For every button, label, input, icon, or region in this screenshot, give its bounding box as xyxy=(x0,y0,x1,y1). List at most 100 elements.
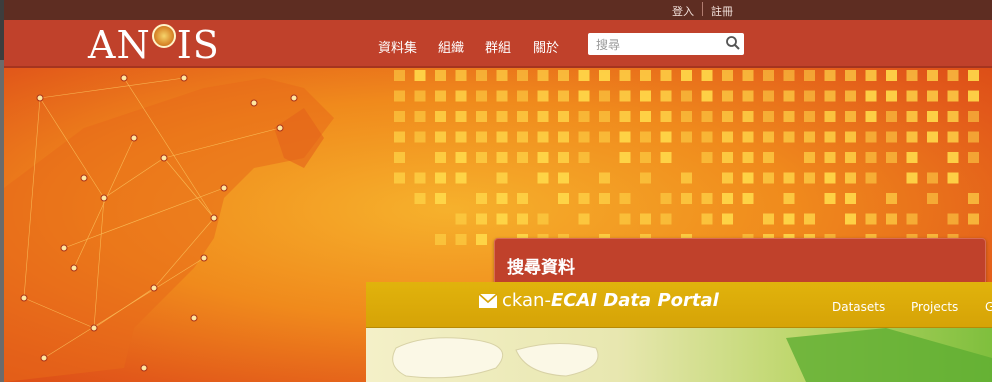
grid-square xyxy=(763,131,774,143)
search-panel-title: 搜尋資料 xyxy=(507,258,575,278)
grid-square xyxy=(927,131,938,143)
ecai-hero-banner xyxy=(366,328,992,382)
grid-square xyxy=(660,70,672,81)
grid-square xyxy=(906,90,918,102)
grid-square xyxy=(496,90,508,102)
grid-square xyxy=(496,70,508,81)
grid-square xyxy=(619,70,631,81)
grid-square xyxy=(517,152,528,163)
grid-square xyxy=(865,152,877,163)
grid-square xyxy=(804,111,815,122)
ecai-brand-name: ECAI Data Portal xyxy=(550,290,719,311)
grid-square xyxy=(927,70,938,81)
grid-square xyxy=(537,111,549,122)
grid-square xyxy=(865,131,877,143)
grid-square xyxy=(414,131,426,143)
grid-square xyxy=(414,111,426,122)
grid-square xyxy=(865,172,877,184)
grid-square xyxy=(845,152,856,163)
grid-square xyxy=(455,70,467,81)
grid-square xyxy=(968,90,979,102)
grid-square xyxy=(804,152,815,163)
grid-square xyxy=(947,70,959,81)
nav-organizations[interactable]: 組織 xyxy=(438,37,464,56)
grid-square xyxy=(845,172,856,184)
grid-square xyxy=(414,193,426,204)
grid-square xyxy=(845,131,856,143)
grid-square xyxy=(722,70,733,81)
login-link[interactable]: 登入 xyxy=(672,3,694,19)
grid-square xyxy=(455,131,467,143)
grid-square xyxy=(640,70,651,81)
grid-square xyxy=(537,152,549,163)
grid-square xyxy=(414,70,426,81)
grid-square xyxy=(619,152,631,163)
grid-square xyxy=(435,70,446,81)
nav-groups[interactable]: 群組 xyxy=(485,37,511,56)
grid-square xyxy=(722,111,733,122)
grid-square xyxy=(783,172,795,184)
search-icon[interactable] xyxy=(725,35,741,51)
grid-square xyxy=(476,234,487,245)
grid-square xyxy=(414,172,426,184)
nav-about[interactable]: 關於 xyxy=(533,37,559,56)
grid-square xyxy=(599,131,610,143)
ecai-nav-datasets[interactable]: Datasets xyxy=(832,300,885,314)
grid-square xyxy=(455,234,467,245)
grid-square xyxy=(517,70,528,81)
grid-square xyxy=(865,111,877,122)
logo-text-start: AN xyxy=(88,23,151,67)
grid-square xyxy=(886,90,897,102)
grid-square xyxy=(722,152,733,163)
grid-square xyxy=(763,213,774,225)
grid-square xyxy=(804,70,815,81)
grid-square xyxy=(619,213,631,225)
grid-square xyxy=(496,213,508,225)
grid-square xyxy=(640,111,651,122)
grid-square xyxy=(804,172,815,184)
grid-square xyxy=(968,193,979,204)
ecai-brand[interactable]: ckan-ECAI Data Portal xyxy=(478,290,719,311)
grid-square xyxy=(578,152,590,163)
screen: 計畫 登入 註冊 ANIS 資料集 組織 群組 關於 搜尋 xyxy=(0,0,992,382)
logo-text-end: IS xyxy=(176,23,220,67)
nav-datasets[interactable]: 資料集 xyxy=(378,37,417,56)
grid-square xyxy=(435,152,446,163)
grid-square xyxy=(927,172,938,184)
ecai-nav-more[interactable]: G xyxy=(985,300,992,314)
grid-square xyxy=(886,111,897,122)
grid-square xyxy=(640,213,651,225)
grid-square xyxy=(517,111,528,122)
grid-square xyxy=(640,152,651,163)
site-logo[interactable]: AN IS xyxy=(88,23,220,67)
grid-square xyxy=(660,213,672,225)
grid-square xyxy=(783,213,795,225)
grid-square xyxy=(722,193,733,204)
ecai-nav-projects[interactable]: Projects xyxy=(911,300,958,314)
grid-square xyxy=(496,131,508,143)
grid-square xyxy=(681,131,692,143)
grid-square xyxy=(455,111,467,122)
grid-square xyxy=(763,172,774,184)
grid-square xyxy=(865,213,877,225)
grid-square xyxy=(435,90,446,102)
grid-square xyxy=(435,111,446,122)
grid-square xyxy=(619,193,631,204)
grid-square xyxy=(886,213,897,225)
grid-square xyxy=(701,213,713,225)
grid-square xyxy=(578,131,590,143)
grid-square xyxy=(660,152,672,163)
grid-square xyxy=(763,111,774,122)
main-nav: AN IS 資料集 組織 群組 關於 搜尋 xyxy=(4,20,992,68)
register-link[interactable]: 註冊 xyxy=(711,3,733,19)
grid-square xyxy=(906,111,918,122)
grid-square xyxy=(824,70,836,81)
ecai-brand-prefix: ckan- xyxy=(502,290,551,311)
grid-square xyxy=(455,213,467,225)
grid-square xyxy=(722,172,733,184)
grid-square xyxy=(455,152,467,163)
search-input[interactable]: 搜尋 xyxy=(588,33,744,55)
grid-square xyxy=(476,193,487,204)
grid-square xyxy=(558,131,569,143)
grid-square xyxy=(927,90,938,102)
